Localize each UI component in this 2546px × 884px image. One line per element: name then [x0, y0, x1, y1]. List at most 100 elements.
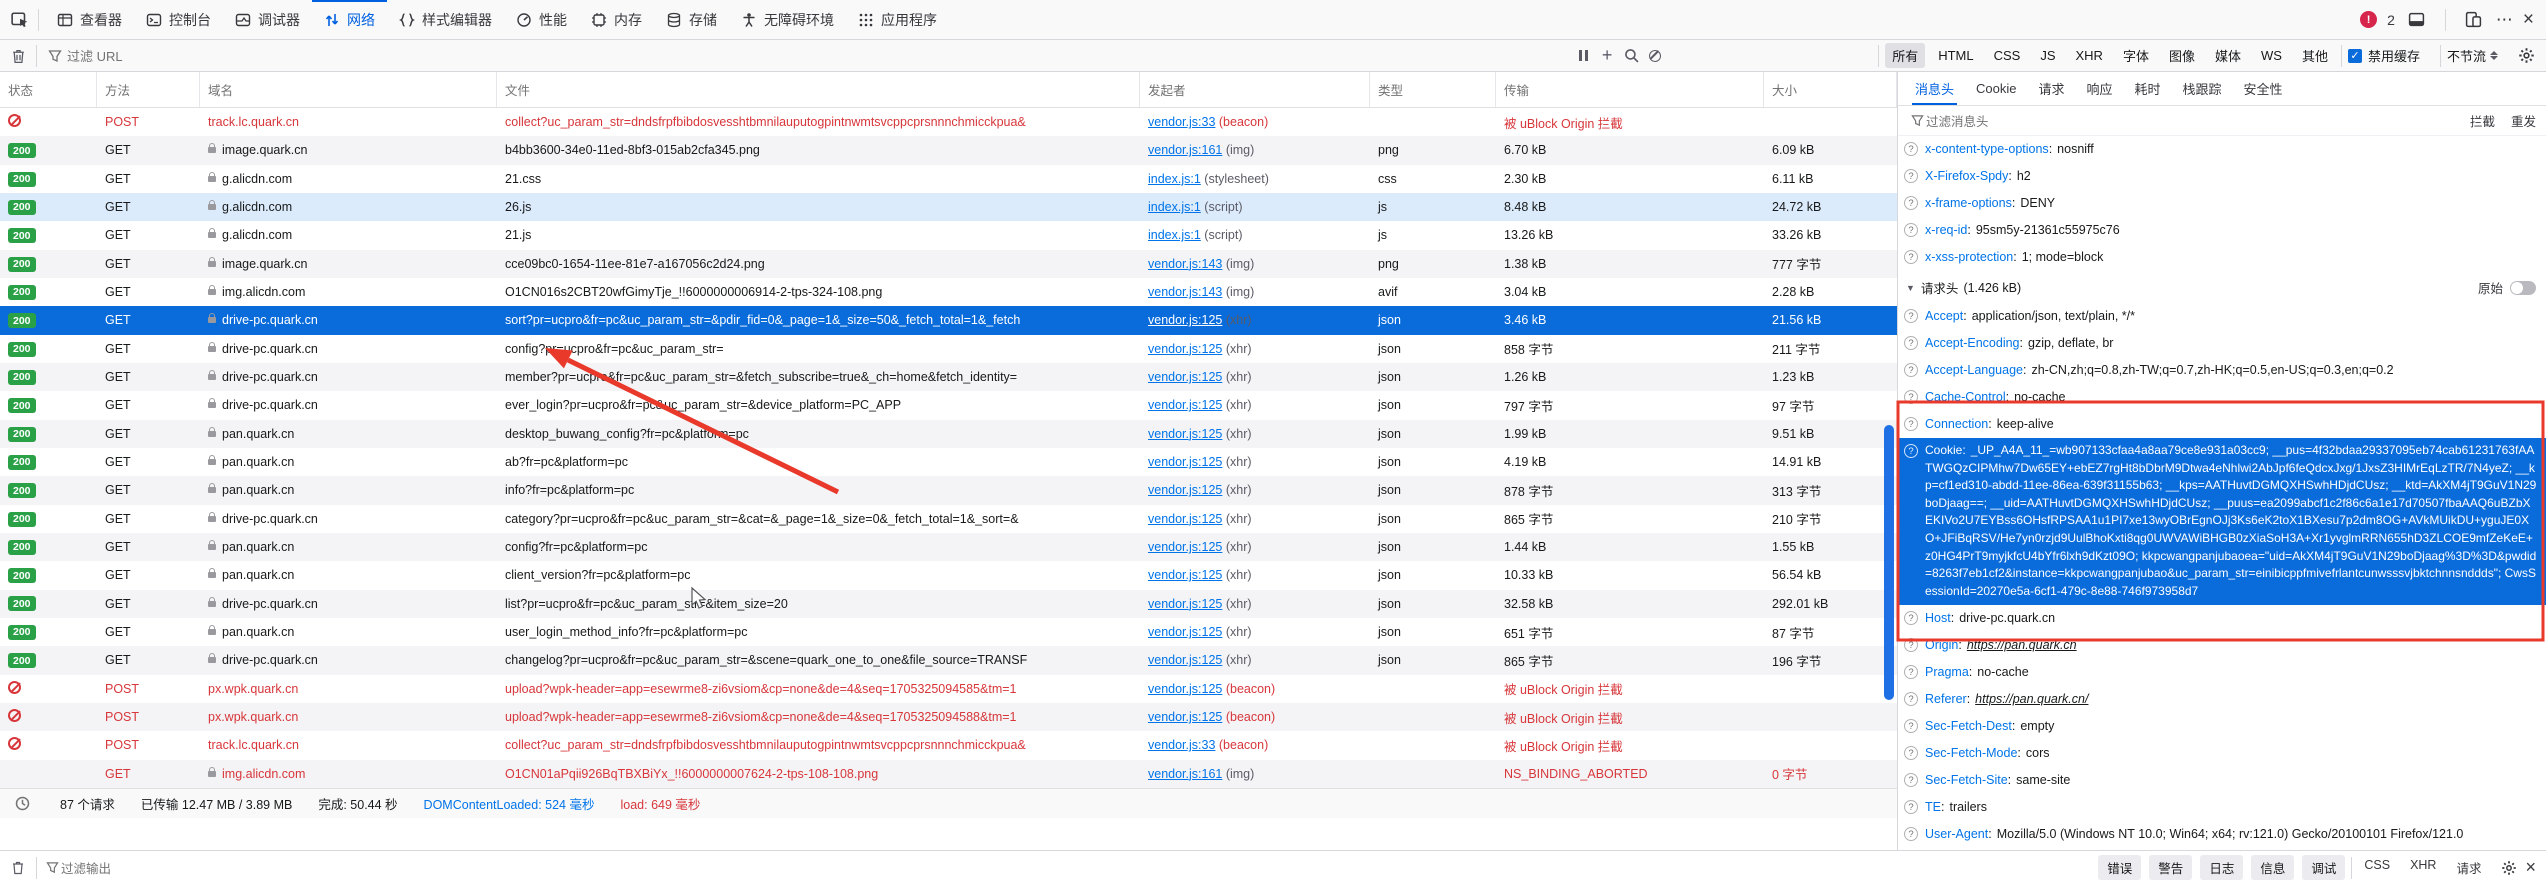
initiator-link[interactable]: vendor.js:125 — [1148, 483, 1222, 497]
initiator-link[interactable]: vendor.js:161 — [1148, 767, 1222, 781]
help-icon[interactable]: ? — [1904, 444, 1918, 458]
column-header-2[interactable]: 方法 — [97, 72, 200, 107]
initiator-link[interactable]: vendor.js:125 — [1148, 568, 1222, 582]
initiator-link[interactable]: vendor.js:125 — [1148, 427, 1222, 441]
detail-tab-安全性[interactable]: 安全性 — [2235, 72, 2292, 105]
type-filter-ws[interactable]: WS — [2254, 45, 2289, 66]
block-request-icon[interactable] — [1643, 44, 1667, 68]
type-filter-html[interactable]: HTML — [1931, 45, 1980, 66]
tool-tab-network[interactable]: 网络 — [312, 0, 387, 39]
tool-tab-console[interactable]: 控制台 — [134, 0, 223, 39]
type-filter-xhr[interactable]: XHR — [2069, 45, 2110, 66]
detail-tab-响应[interactable]: 响应 — [2078, 72, 2122, 105]
table-row[interactable]: 200 GET pan.quark.cn ab?fr=pc&platform=pc ve… — [0, 448, 1897, 476]
table-row[interactable]: 200 GET image.quark.cn cce09bc0-1654-11ee-8… — [0, 249, 1897, 278]
initiator-link[interactable]: vendor.js:33 — [1148, 738, 1215, 752]
column-header-4[interactable]: 文件 — [497, 72, 1140, 107]
help-icon[interactable]: ? — [1904, 142, 1918, 156]
detail-tab-Cookie[interactable]: Cookie — [1967, 74, 2025, 103]
table-row[interactable]: 200 GET drive-pc.quark.cn member?pr=ucpro&f… — [0, 362, 1897, 392]
help-icon[interactable]: ? — [1904, 692, 1918, 707]
table-row[interactable]: 200 GET image.quark.cn b4bb3600-34e0-11ed-8… — [0, 136, 1897, 165]
column-header-6[interactable]: 类型 — [1370, 72, 1496, 107]
initiator-link[interactable]: index.js:1 — [1148, 172, 1201, 186]
resend-action[interactable]: 重发 — [2511, 111, 2536, 130]
type-filter-字体[interactable]: 字体 — [2116, 43, 2156, 68]
table-row[interactable]: 200 GET drive-pc.quark.cn changelog?pr=ucpr… — [0, 646, 1897, 675]
initiator-link[interactable]: vendor.js:125 — [1148, 370, 1222, 384]
column-header-3[interactable]: 域名 — [200, 72, 497, 107]
detail-tab-耗时[interactable]: 耗时 — [2126, 72, 2170, 105]
type-filter-所有[interactable]: 所有 — [1885, 43, 1926, 68]
tool-tab-performance[interactable]: 性能 — [504, 0, 579, 39]
console-filter-日志[interactable]: 日志 — [2200, 855, 2244, 880]
help-icon[interactable]: ? — [1904, 363, 1918, 377]
header-value[interactable]: https://pan.quark.cn — [1967, 637, 2077, 654]
column-header-8[interactable]: 大小 — [1764, 72, 1897, 107]
help-icon[interactable]: ? — [1904, 611, 1918, 626]
help-icon[interactable]: ? — [1904, 390, 1918, 404]
responsive-design-icon[interactable] — [2462, 8, 2486, 32]
tool-tab-app-grid[interactable]: 应用程序 — [846, 0, 949, 39]
help-icon[interactable]: ? — [1904, 223, 1918, 237]
console-filter-警告[interactable]: 警告 — [2149, 855, 2193, 880]
raw-toggle[interactable] — [2510, 280, 2536, 295]
initiator-link[interactable]: vendor.js:125 — [1148, 597, 1222, 611]
close-devtools-icon[interactable]: × — [2523, 9, 2534, 31]
table-row[interactable]: 200 GET drive-pc.quark.cn list?pr=ucpro&fr=… — [0, 589, 1897, 618]
header-value[interactable]: https://pan.quark.cn/ — [1975, 691, 2088, 708]
initiator-link[interactable]: vendor.js:125 — [1148, 512, 1222, 526]
initiator-link[interactable]: vendor.js:125 — [1148, 625, 1222, 639]
console-filter-信息[interactable]: 信息 — [2251, 855, 2295, 880]
table-row[interactable]: 200 GET pan.quark.cn user_login_method_info… — [0, 618, 1897, 646]
help-icon[interactable]: ? — [1904, 196, 1918, 210]
table-row[interactable]: 200 GET drive-pc.quark.cn category?pr=ucpro… — [0, 505, 1897, 533]
initiator-link[interactable]: vendor.js:125 — [1148, 682, 1222, 696]
console-filter-错误[interactable]: 错误 — [2098, 855, 2142, 880]
initiator-link[interactable]: vendor.js:33 — [1148, 115, 1215, 129]
table-row[interactable]: POST px.wpk.quark.cn upload?wpk-header=app… — [0, 675, 1897, 703]
console-filter-CSS[interactable]: CSS — [2358, 855, 2396, 880]
type-filter-媒体[interactable]: 媒体 — [2208, 43, 2248, 68]
detail-tab-消息头[interactable]: 消息头 — [1906, 72, 1963, 105]
table-row[interactable]: 200 GET pan.quark.cn client_version?fr=pc&p… — [0, 561, 1897, 589]
table-row[interactable]: 200 GET g.alicdn.com 21.css index.js:1 (styl… — [0, 165, 1897, 193]
tool-tab-inspector[interactable]: 查看器 — [45, 0, 134, 39]
help-icon[interactable]: ? — [1904, 827, 1918, 842]
initiator-link[interactable]: index.js:1 — [1148, 228, 1201, 242]
initiator-link[interactable]: vendor.js:125 — [1148, 653, 1222, 667]
type-filter-css[interactable]: CSS — [1987, 45, 2028, 66]
close-console-icon[interactable]: × — [2525, 857, 2536, 878]
block-action[interactable]: 拦截 — [2470, 111, 2495, 130]
throttle-select[interactable]: 不节流 — [2447, 46, 2498, 65]
help-icon[interactable]: ? — [1904, 336, 1918, 350]
table-row[interactable]: 200 GET img.alicdn.com O1CN016s2CBT20wfGimy… — [0, 278, 1897, 306]
help-icon[interactable]: ? — [1904, 417, 1918, 431]
clear-requests-icon[interactable] — [6, 44, 30, 68]
cookie-header-selected[interactable]: ? Cookie: _UP_A4A_11_=wb907133cfaa4a8aa79c… — [1898, 438, 2546, 606]
console-filter-请求[interactable]: 请求 — [2450, 855, 2487, 880]
table-row[interactable]: GET img.alicdn.com O1CN01aPqii926BqTBXBiYx… — [0, 759, 1897, 788]
headers-filter-input[interactable]: 过滤消息头 — [1926, 111, 1989, 130]
detail-tab-栈跟踪[interactable]: 栈跟踪 — [2174, 72, 2231, 105]
detail-tab-请求[interactable]: 请求 — [2029, 72, 2073, 105]
dock-icon[interactable] — [2405, 8, 2429, 32]
console-filter-调试[interactable]: 调试 — [2302, 855, 2346, 880]
column-header-7[interactable]: 传输 — [1496, 72, 1764, 107]
tool-tab-memory[interactable]: 内存 — [579, 0, 654, 39]
initiator-link[interactable]: vendor.js:125 — [1148, 342, 1222, 356]
initiator-link[interactable]: vendor.js:143 — [1148, 285, 1222, 299]
tool-tab-debugger[interactable]: 调试器 — [223, 0, 312, 39]
help-icon[interactable]: ? — [1904, 250, 1918, 264]
type-filter-图像[interactable]: 图像 — [2162, 43, 2202, 68]
console-filter-input[interactable]: 过滤输出 — [61, 858, 111, 877]
help-icon[interactable]: ? — [1904, 665, 1918, 680]
table-row[interactable]: POST track.lc.quark.cn collect?uc_param_st… — [0, 731, 1897, 759]
help-icon[interactable]: ? — [1904, 169, 1918, 183]
help-icon[interactable]: ? — [1904, 800, 1918, 815]
tool-tab-style-editor[interactable]: 样式编辑器 — [387, 0, 504, 39]
type-filter-js[interactable]: JS — [2033, 45, 2062, 66]
initiator-link[interactable]: vendor.js:125 — [1148, 540, 1222, 554]
table-row[interactable]: 200 GET pan.quark.cn desktop_buwang_config?… — [0, 419, 1897, 448]
table-row[interactable]: 200 GET pan.quark.cn info?fr=pc&platform=pc… — [0, 476, 1897, 505]
